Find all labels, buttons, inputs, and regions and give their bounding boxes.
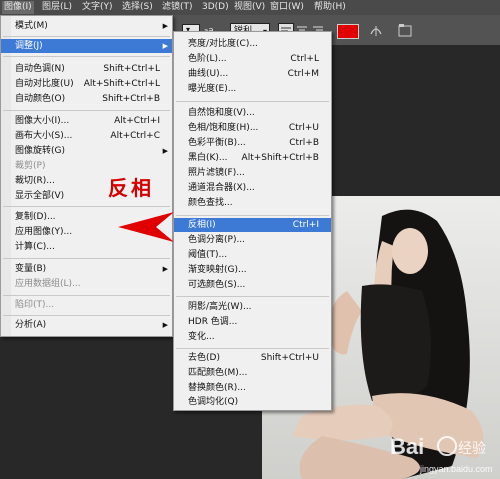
character-panel-icon[interactable] — [398, 23, 412, 37]
adj-selective-color[interactable]: 可选颜色(S)... — [174, 278, 331, 292]
submenu-arrow-icon: ▶ — [162, 22, 168, 30]
adj-hue-saturation[interactable]: 色相/饱和度(H)... Ctrl+U — [174, 121, 331, 135]
adj-match-color[interactable]: 匹配颜色(M)... — [174, 366, 331, 380]
adj-exposure[interactable]: 曝光度(E)... — [174, 82, 331, 96]
submenu-arrow-icon: ▶ — [162, 321, 168, 329]
text-color-swatch[interactable] — [337, 24, 359, 39]
adj-gradient-map[interactable]: 渐变映射(G)... — [174, 263, 331, 277]
menu-item-auto-color[interactable]: 自动颜色(O) Shift+Ctrl+B — [1, 92, 172, 106]
menu-layer[interactable]: 图层(L) — [40, 1, 74, 14]
adj-photo-filter[interactable]: 照片滤镜(F)... — [174, 166, 331, 180]
adj-color-lookup[interactable]: 颜色查找... — [174, 196, 331, 210]
menu-item-auto-tone[interactable]: 自动色调(N) Shift+Ctrl+L — [1, 62, 172, 76]
adj-channel-mixer[interactable]: 通道混合器(X)... — [174, 181, 331, 195]
submenu-arrow-icon: ▶ — [162, 42, 168, 50]
menu-item-canvas-size[interactable]: 画布大小(S)... Alt+Ctrl+C — [1, 129, 172, 143]
menu-image[interactable]: 图像(I) — [2, 1, 34, 14]
adjustments-submenu: 亮度/对比度(C)... 色阶(L)... Ctrl+L 曲线(U)... Ctrl… — [173, 31, 332, 411]
submenu-arrow-icon: ▶ — [162, 147, 168, 155]
menu-filter[interactable]: 滤镜(T) — [160, 1, 195, 14]
menu-bar: 图像(I) 图层(L) 文字(Y) 选择(S) 滤镜(T) 3D(D) 视图(V… — [0, 0, 500, 15]
red-arrow-icon — [118, 212, 174, 242]
adj-hdr-toning[interactable]: HDR 色调... — [174, 315, 331, 329]
menu-view[interactable]: 视图(V) — [232, 1, 267, 14]
menu-item-adjustments[interactable]: 调整(J) ▶ — [1, 39, 172, 53]
warp-text-icon[interactable] — [369, 22, 383, 38]
adj-shadows-highlights[interactable]: 阴影/高光(W)... — [174, 300, 331, 314]
adj-curves[interactable]: 曲线(U)... Ctrl+M — [174, 67, 331, 81]
menu-3d[interactable]: 3D(D) — [200, 1, 231, 14]
watermark-brand-suffix: 经验 — [458, 441, 486, 457]
adj-color-balance[interactable]: 色彩平衡(B)... Ctrl+B — [174, 136, 331, 150]
watermark-url: jingyan.baidu.com — [419, 464, 493, 474]
watermark-brand: Bai — [390, 434, 424, 459]
adj-variations[interactable]: 变化... — [174, 330, 331, 344]
menu-item-image-rotation[interactable]: 图像旋转(G) ▶ — [1, 144, 172, 158]
menu-item-mode[interactable]: 模式(M) ▶ — [1, 19, 172, 33]
adj-brightness-contrast[interactable]: 亮度/对比度(C)... — [174, 37, 331, 51]
adj-equalize[interactable]: 色调均化(Q) — [174, 395, 331, 409]
menu-type[interactable]: 文字(Y) — [80, 1, 115, 14]
adj-desaturate[interactable]: 去色(D) Shift+Ctrl+U — [174, 351, 331, 365]
annotation-label: 反相 — [108, 176, 154, 200]
menu-item-apply-data-set[interactable]: 应用数据组(L)... — [1, 277, 172, 291]
menu-item-trap[interactable]: 陷印(T)... — [1, 298, 172, 312]
adj-invert[interactable]: 反相(I) Ctrl+I — [174, 218, 331, 232]
menu-item-auto-contrast[interactable]: 自动对比度(U) Alt+Shift+Ctrl+L — [1, 77, 172, 91]
menu-item-crop[interactable]: 裁剪(P) — [1, 159, 172, 173]
menu-window[interactable]: 窗口(W) — [268, 1, 306, 14]
adj-posterize[interactable]: 色调分离(P)... — [174, 233, 331, 247]
adj-replace-color[interactable]: 替换颜色(R)... — [174, 381, 331, 395]
adj-levels[interactable]: 色阶(L)... Ctrl+L — [174, 52, 331, 66]
adj-threshold[interactable]: 阈值(T)... — [174, 248, 331, 262]
menu-item-variables[interactable]: 变量(B) ▶ — [1, 262, 172, 276]
menu-item-analysis[interactable]: 分析(A) ▶ — [1, 318, 172, 332]
submenu-arrow-icon: ▶ — [162, 265, 168, 273]
menu-help[interactable]: 帮助(H) — [312, 1, 348, 14]
adj-vibrance[interactable]: 自然饱和度(V)... — [174, 106, 331, 120]
adj-black-white[interactable]: 黑白(K)... Alt+Shift+Ctrl+B — [174, 151, 331, 165]
menu-select[interactable]: 选择(S) — [120, 1, 155, 14]
menu-item-image-size[interactable]: 图像大小(I)... Alt+Ctrl+I — [1, 114, 172, 128]
